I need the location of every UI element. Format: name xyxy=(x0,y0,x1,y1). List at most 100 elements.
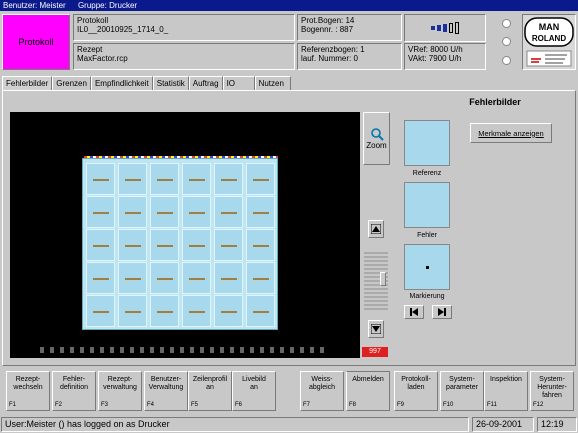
fkey-f12[interactable]: System- Herunter- fahren F12 xyxy=(530,371,574,411)
fkey-number: F1 xyxy=(9,402,17,408)
fkey-number: F10 xyxy=(443,402,454,408)
fkey-f8[interactable]: Abmelden F8 xyxy=(346,371,390,411)
error-label: Fehler xyxy=(417,232,437,239)
sheet-cell xyxy=(150,229,179,261)
sheet-cell xyxy=(246,196,275,228)
print-mark xyxy=(221,212,237,214)
print-mark xyxy=(125,278,141,280)
vakt-value: VAkt: 7900 U/h xyxy=(408,54,462,63)
print-mark xyxy=(221,278,237,280)
fkey-f11[interactable]: Inspektion F11 xyxy=(484,371,528,411)
tab-statistik[interactable]: Statistik xyxy=(152,76,189,90)
speed-bar xyxy=(455,22,459,34)
print-mark xyxy=(189,311,205,313)
status-date: 26-09-2001 xyxy=(472,417,534,432)
sheet-cell xyxy=(246,262,275,294)
slider-handle[interactable] xyxy=(380,272,386,286)
error-thumbnail[interactable] xyxy=(404,182,450,228)
merkmale-anzeigen-button[interactable]: Merkmale anzeigen xyxy=(470,123,552,143)
fkey-f7[interactable]: Weiss- abgleich F7 xyxy=(300,371,344,411)
scroll-down-button[interactable] xyxy=(368,320,384,338)
fkey-label: Fehler- definition xyxy=(59,376,89,391)
sheet-cell xyxy=(118,163,147,195)
sheet-cell xyxy=(214,295,243,327)
sheet-cell xyxy=(118,262,147,294)
referenz-info: Referenzbogen: 1 lauf. Nummer: 0 xyxy=(297,43,402,70)
fkey-f6[interactable]: Livebild an F6 xyxy=(232,371,276,411)
group-label: Gruppe: Drucker xyxy=(77,1,138,10)
tab-auftrag[interactable]: Auftrag xyxy=(188,76,223,90)
fkey-label: System- parameter xyxy=(446,376,478,391)
function-key-bar: Rezept- wechseln F1 Fehler- definition F2 Re… xyxy=(2,369,576,413)
marking-thumbnail[interactable] xyxy=(404,244,450,290)
arrow-up-icon xyxy=(371,224,381,234)
status-light xyxy=(501,18,511,28)
sheet-cell xyxy=(214,163,243,195)
print-mark xyxy=(93,245,109,247)
fkey-label: Rezept- verwaltung xyxy=(103,376,137,391)
sheet-cell xyxy=(246,229,275,261)
error-counter: 997 xyxy=(362,347,388,357)
fkey-label: Zeilenprofil an xyxy=(192,376,228,391)
fkey-f2[interactable]: Fehler- definition F2 xyxy=(52,371,96,411)
sheet-cell xyxy=(246,163,275,195)
fkey-label: Inspektion xyxy=(490,376,522,383)
sheet-cell xyxy=(86,262,115,294)
print-mark xyxy=(125,311,141,313)
fkey-number: F12 xyxy=(533,402,544,408)
status-light xyxy=(501,56,511,66)
fkey-number: F6 xyxy=(235,402,243,408)
protokoll-label: Protokoll xyxy=(77,16,109,25)
fkey-number: F8 xyxy=(349,402,357,408)
sheet-cell xyxy=(86,229,115,261)
reference-label: Referenz xyxy=(412,170,442,177)
sheet-cell xyxy=(86,196,115,228)
fkey-number: F9 xyxy=(397,402,405,408)
fkey-label: Benutzer- Verwaltung xyxy=(148,376,184,391)
tab-grenzen[interactable]: Grenzen xyxy=(52,76,91,90)
print-mark xyxy=(253,278,269,280)
skip-forward-icon xyxy=(438,308,446,316)
fkey-f9[interactable]: Protokoll- laden F9 xyxy=(394,371,438,411)
tab-fehlerbilder[interactable]: Fehlerbilder xyxy=(2,76,53,91)
zoom-button[interactable]: Zoom xyxy=(363,112,390,165)
reference-thumbnail[interactable] xyxy=(404,120,450,166)
status-time: 12:19 xyxy=(537,417,577,432)
fkey-f4[interactable]: Benutzer- Verwaltung F4 xyxy=(144,371,188,411)
print-mark xyxy=(189,212,205,214)
print-sheet xyxy=(82,158,278,330)
sheet-cell xyxy=(150,262,179,294)
fkey-label: Livebild an xyxy=(242,376,266,391)
tab-nutzen[interactable]: Nutzen xyxy=(254,76,291,90)
fkey-f10[interactable]: System- parameter F10 xyxy=(440,371,484,411)
fkey-f1[interactable]: Rezept- wechseln F1 xyxy=(6,371,50,411)
print-mark xyxy=(157,179,173,181)
print-mark xyxy=(157,245,173,247)
tab-empfindlichkeit[interactable]: Empfindlichkeit xyxy=(90,76,153,90)
status-bar: User:Meister () has logged on as Drucker… xyxy=(0,416,578,433)
print-mark xyxy=(125,212,141,214)
fkey-number: F4 xyxy=(147,402,155,408)
fkey-f5[interactable]: Zeilenprofil an F5 xyxy=(188,371,232,411)
sheet-cell xyxy=(182,262,211,294)
sheet-cell xyxy=(86,163,115,195)
previous-button[interactable] xyxy=(404,305,424,319)
sheet-cell xyxy=(246,295,275,327)
tab-io[interactable]: IO xyxy=(222,76,255,90)
sheet-cell xyxy=(182,295,211,327)
protokoll-field: Protokoll IL0__20010925_1714_0_ xyxy=(73,14,295,41)
fkey-label: System- Herunter- fahren xyxy=(537,376,567,399)
sheet-cell xyxy=(150,163,179,195)
scroll-up-button[interactable] xyxy=(368,220,384,238)
print-mark xyxy=(253,212,269,214)
magnifier-icon xyxy=(370,128,384,141)
fkey-f3[interactable]: Rezept- verwaltung F3 xyxy=(98,371,142,411)
arrow-down-icon xyxy=(371,324,381,334)
print-mark xyxy=(253,311,269,313)
rezept-value: MaxFactor.rcp xyxy=(77,54,128,63)
next-button[interactable] xyxy=(432,305,452,319)
fkey-number: F11 xyxy=(487,402,497,408)
svg-text:MAN: MAN xyxy=(539,22,560,32)
vertical-slider[interactable] xyxy=(364,250,388,310)
protokoll-button[interactable]: Protokoll xyxy=(2,14,70,70)
